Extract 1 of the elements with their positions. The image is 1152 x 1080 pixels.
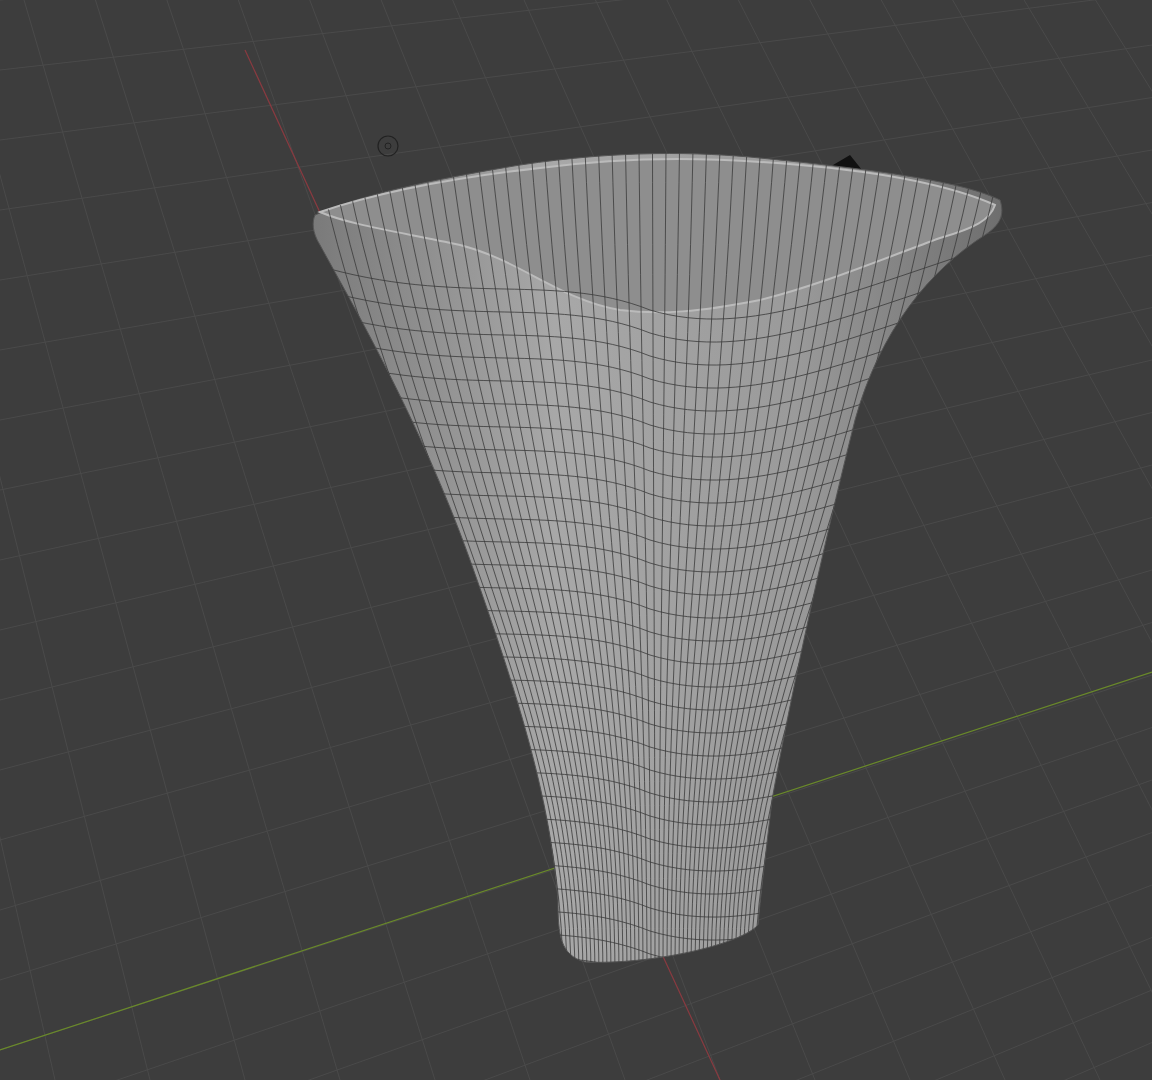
empty-object-icon (377, 135, 399, 157)
